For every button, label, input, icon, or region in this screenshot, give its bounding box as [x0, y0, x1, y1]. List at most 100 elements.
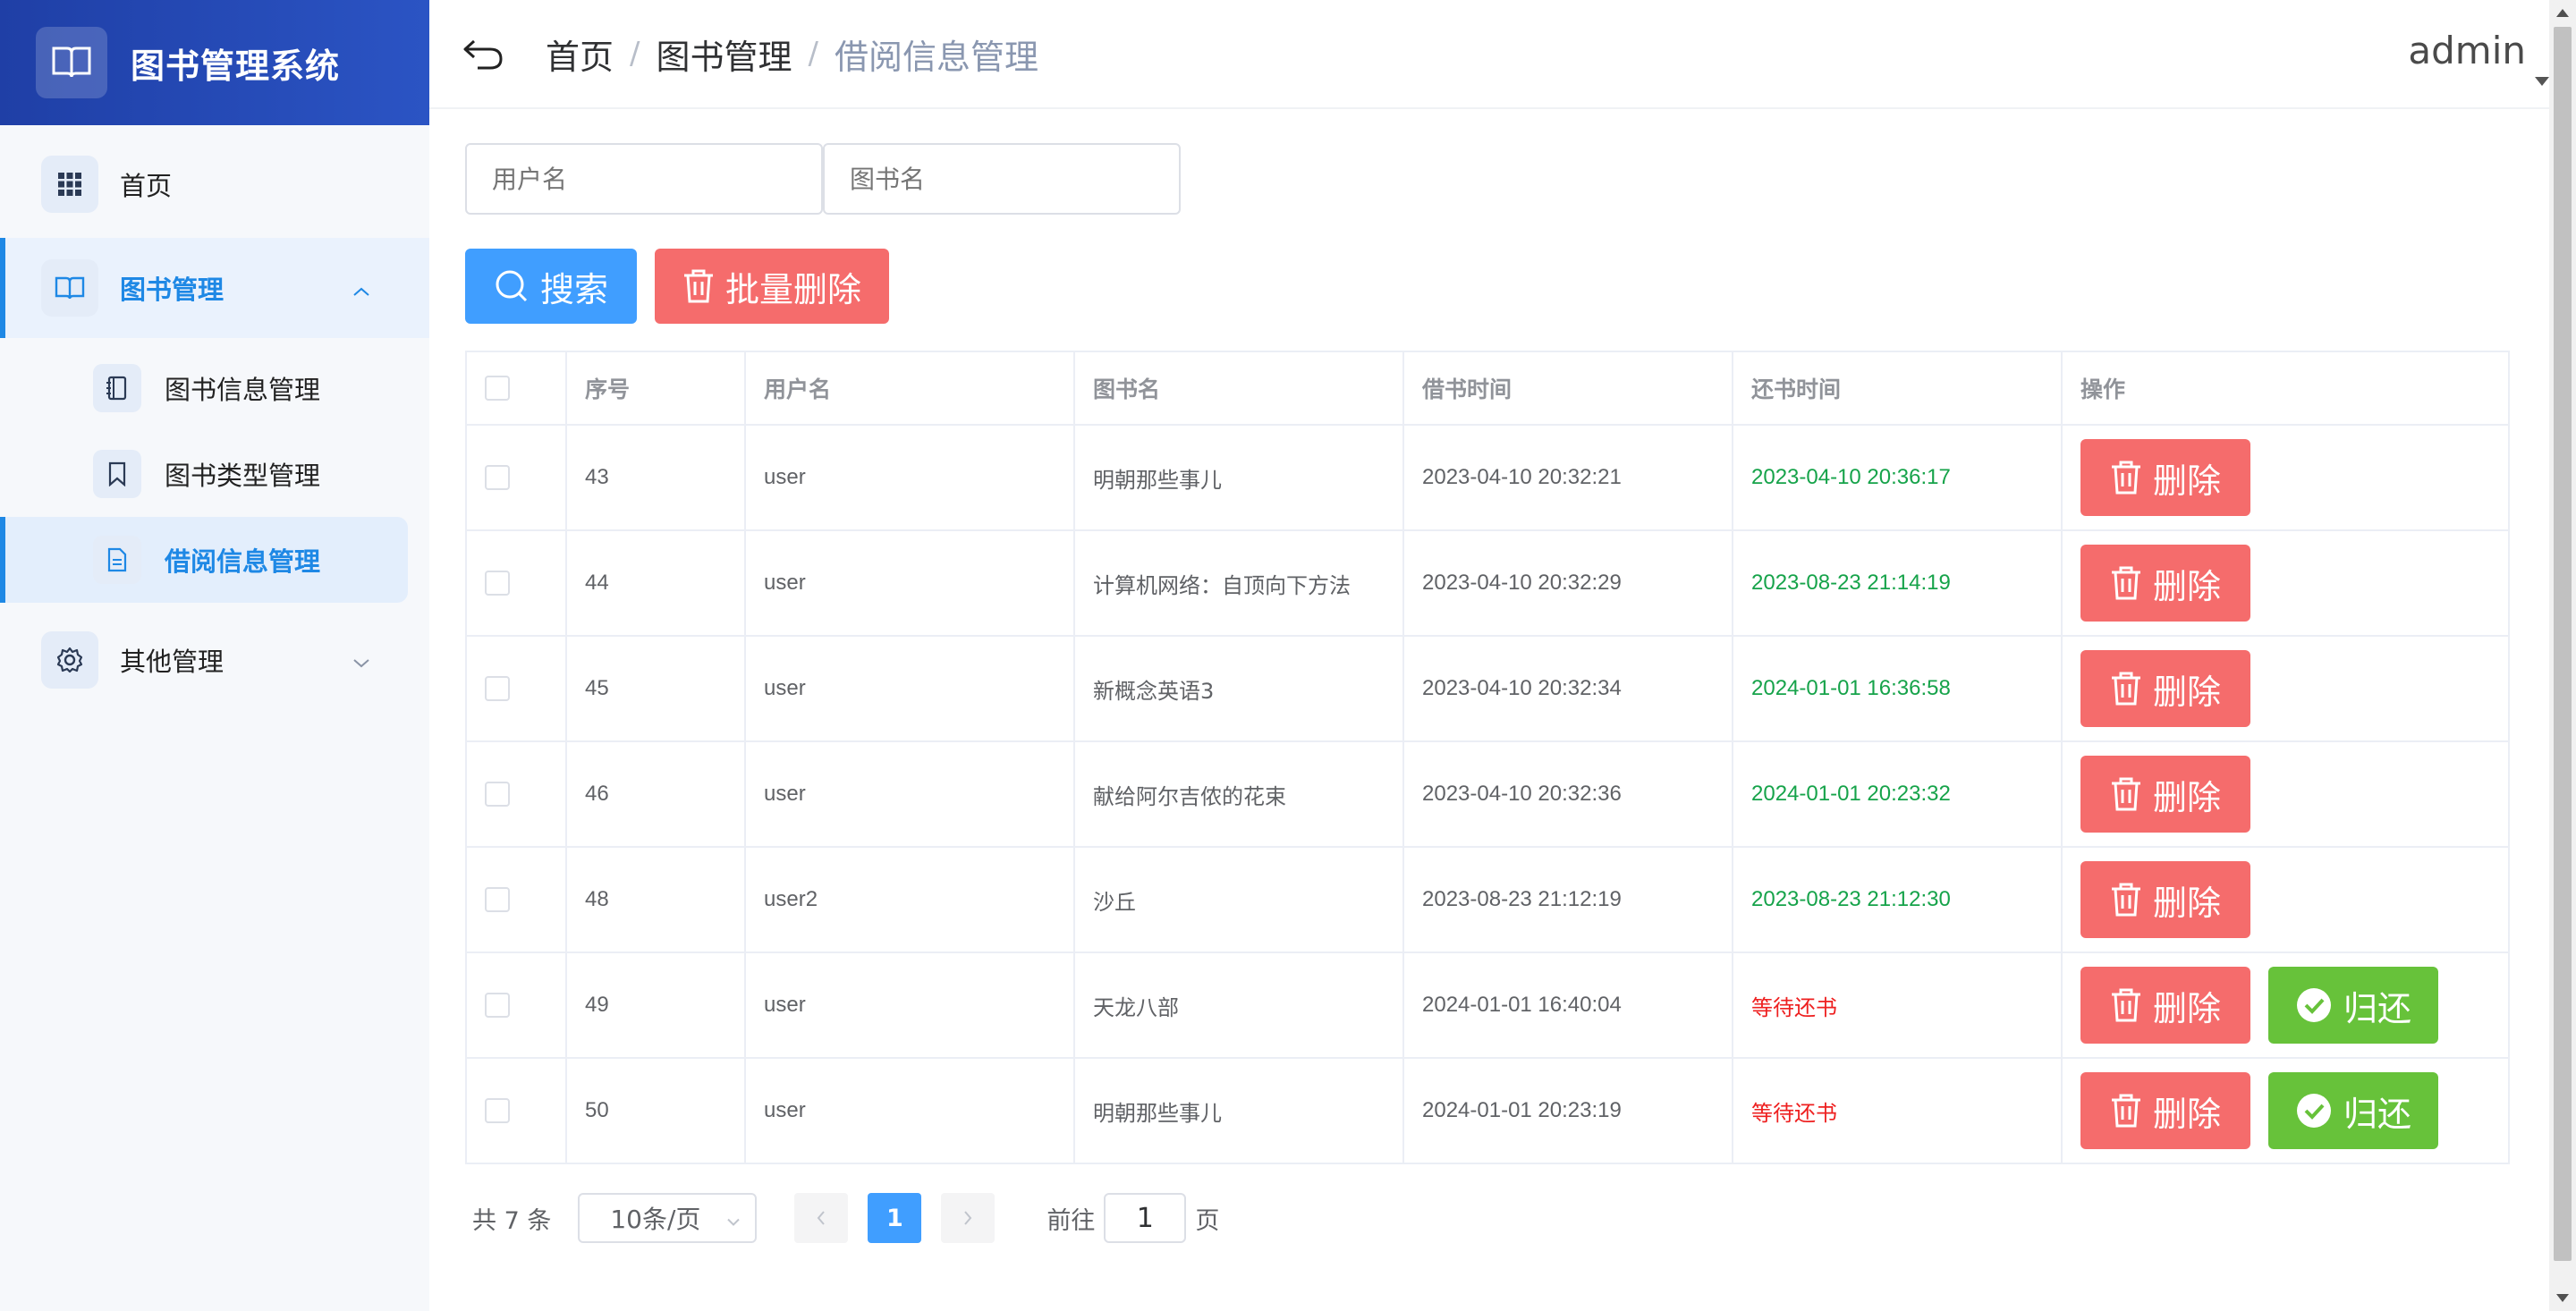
- column-header: 用户名: [746, 352, 1075, 424]
- table-row: 44 user 计算机网络：自顶向下方法 2023-04-10 20:32:29 202…: [467, 531, 2508, 637]
- delete-button[interactable]: 删除: [2080, 1072, 2250, 1149]
- cell-borrow-time: 2024-01-01 20:23:19: [1404, 1059, 1733, 1163]
- breadcrumb-separator: /: [630, 36, 640, 72]
- return-button[interactable]: 归还: [2268, 1072, 2438, 1149]
- sidebar: 图书管理系统 首页 图书管理 图书信息管理 图书类型管理 借阅信息管理 其他管理: [0, 0, 429, 1311]
- page-number-current[interactable]: 1: [868, 1193, 922, 1243]
- row-select-cell: [467, 426, 567, 529]
- delete-button[interactable]: 删除: [2080, 545, 2250, 622]
- table-row: 50 user 明朝那些事儿 2024-01-01 20:23:19 等待还书 删除 归还: [467, 1059, 2508, 1163]
- row-select-cell: [467, 953, 567, 1057]
- trash-icon: [2111, 672, 2140, 706]
- header-select-cell: [467, 352, 567, 424]
- caret-down-icon[interactable]: [2535, 77, 2549, 86]
- username-search-input[interactable]: [465, 143, 823, 215]
- cell-bookname: 沙丘: [1075, 848, 1404, 952]
- cell-username: user: [746, 637, 1075, 740]
- goto-page-input[interactable]: 1: [1104, 1193, 1187, 1243]
- next-page-button[interactable]: [941, 1193, 996, 1243]
- delete-button[interactable]: 删除: [2080, 967, 2250, 1044]
- row-checkbox[interactable]: [485, 571, 510, 596]
- trash-icon: [2111, 777, 2140, 811]
- page-size-select[interactable]: 10条/页: [578, 1193, 758, 1243]
- row-checkbox[interactable]: [485, 465, 510, 490]
- batch-delete-label: 批量删除: [724, 269, 861, 309]
- cell-return-time: 2023-04-10 20:36:17: [1733, 426, 2063, 529]
- cell-actions: 删除: [2063, 848, 2508, 952]
- trash-icon: [2111, 1094, 2140, 1128]
- delete-label: 删除: [2152, 990, 2221, 1028]
- row-checkbox[interactable]: [485, 782, 510, 807]
- row-select-cell: [467, 742, 567, 846]
- table-row: 43 user 明朝那些事儿 2023-04-10 20:32:21 2023-04-1…: [467, 426, 2508, 531]
- scroll-thumb[interactable]: [2554, 27, 2572, 1261]
- return-button[interactable]: 归还: [2268, 967, 2438, 1044]
- cell-username: user: [746, 426, 1075, 529]
- cell-actions: 删除: [2063, 742, 2508, 846]
- cell-username: user: [746, 953, 1075, 1057]
- sidebar-item-book-info[interactable]: 图书信息管理: [0, 345, 429, 431]
- sidebar-item-label: 图书类型管理: [165, 461, 321, 491]
- prev-page-button[interactable]: [794, 1193, 849, 1243]
- row-checkbox[interactable]: [485, 887, 510, 912]
- cell-return-time: 2023-08-23 21:12:30: [1733, 848, 2063, 952]
- scroll-down-arrow-icon[interactable]: [2556, 1294, 2569, 1302]
- bookname-search-input[interactable]: [823, 143, 1181, 215]
- cell-username: user: [746, 742, 1075, 846]
- row-checkbox[interactable]: [485, 676, 510, 701]
- breadcrumb-book-management[interactable]: 图书管理: [656, 30, 792, 79]
- column-header: 序号: [567, 352, 746, 424]
- sidebar-item-book-type[interactable]: 图书类型管理: [0, 431, 429, 517]
- cell-id: 43: [567, 426, 746, 529]
- scroll-up-arrow-icon[interactable]: [2556, 9, 2569, 17]
- app-title: 图书管理系统: [131, 46, 341, 86]
- cell-bookname: 天龙八部: [1075, 953, 1404, 1057]
- column-header: 操作: [2080, 376, 2126, 402]
- delete-label: 删除: [2152, 1095, 2221, 1134]
- trash-icon: [2111, 883, 2140, 917]
- delete-button[interactable]: 删除: [2080, 650, 2250, 727]
- row-select-cell: [467, 1059, 567, 1163]
- cell-return-time: 2023-08-23 21:14:19: [1733, 531, 2063, 635]
- return-label: 归还: [2343, 990, 2411, 1028]
- column-header: 还书时间: [1733, 352, 2063, 424]
- top-header: 首页 / 图书管理 / 借阅信息管理 admin: [429, 0, 2549, 109]
- select-all-checkbox[interactable]: [485, 376, 510, 401]
- search-button[interactable]: 搜索: [465, 249, 637, 324]
- cell-borrow-time: 2023-04-10 20:32:36: [1404, 742, 1733, 846]
- cell-bookname: 献给阿尔吉侬的花束: [1075, 742, 1404, 846]
- sidebar-item-borrow-info[interactable]: 借阅信息管理: [0, 517, 408, 603]
- cell-return-time: 等待还书: [1733, 953, 2063, 1057]
- trash-icon: [683, 269, 713, 303]
- breadcrumb-home[interactable]: 首页: [546, 30, 614, 79]
- trash-icon: [2111, 461, 2140, 495]
- trash-icon: [2111, 988, 2140, 1022]
- back-arrow-icon[interactable]: [456, 27, 510, 80]
- cell-borrow-time: 2023-08-23 21:12:19: [1404, 848, 1733, 952]
- sidebar-item-book-management[interactable]: 图书管理: [0, 238, 429, 338]
- sidebar-item-label: 图书信息管理: [165, 375, 321, 405]
- delete-label: 删除: [2152, 779, 2221, 817]
- delete-label: 删除: [2152, 568, 2221, 606]
- row-checkbox[interactable]: [485, 993, 510, 1018]
- delete-button[interactable]: 删除: [2080, 439, 2250, 516]
- cell-actions: 删除: [2063, 637, 2508, 740]
- column-header: 图书名: [1075, 352, 1404, 424]
- return-label: 归还: [2343, 1095, 2411, 1134]
- cell-actions: 删除 归还: [2063, 953, 2508, 1057]
- sidebar-item-home[interactable]: 首页: [0, 140, 429, 229]
- cell-username: user2: [746, 848, 1075, 952]
- row-checkbox[interactable]: [485, 1098, 510, 1123]
- delete-label: 删除: [2152, 884, 2221, 923]
- batch-delete-button[interactable]: 批量删除: [655, 249, 889, 324]
- page-scrollbar[interactable]: [2549, 0, 2576, 1311]
- cell-borrow-time: 2023-04-10 20:32:34: [1404, 637, 1733, 740]
- table-header-row: 序号 用户名 图书名 借书时间 还书时间 操作: [467, 352, 2508, 426]
- sidebar-item-other[interactable]: 其他管理: [0, 615, 429, 705]
- delete-button[interactable]: 删除: [2080, 756, 2250, 833]
- delete-button[interactable]: 删除: [2080, 861, 2250, 938]
- cell-id: 50: [567, 1059, 746, 1163]
- user-menu[interactable]: admin: [2408, 29, 2526, 72]
- sidebar-item-label: 其他管理: [120, 647, 225, 677]
- cell-id: 45: [567, 637, 746, 740]
